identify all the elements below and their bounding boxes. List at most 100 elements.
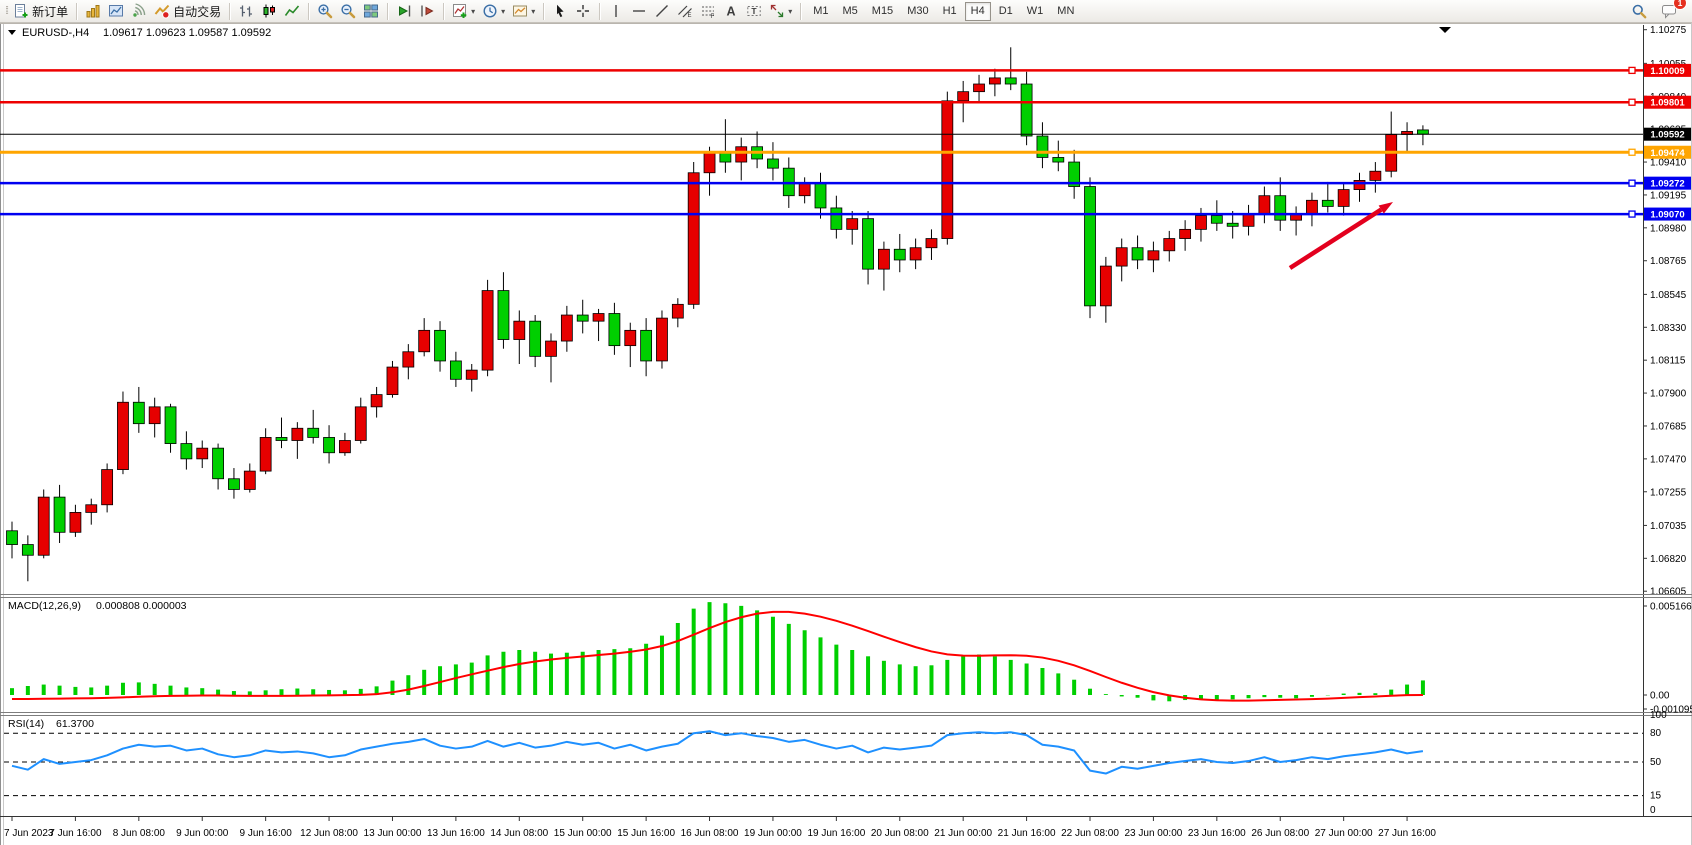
timeframe-m30-button[interactable]: M30 bbox=[901, 2, 934, 21]
candles-chart-icon bbox=[261, 3, 277, 19]
signals-button[interactable] bbox=[128, 0, 150, 22]
zoom-in-button[interactable] bbox=[314, 0, 336, 22]
svg-text:1.09474: 1.09474 bbox=[1650, 148, 1685, 159]
timeframe-d1-button[interactable]: D1 bbox=[993, 2, 1019, 21]
chart-shift-button[interactable] bbox=[416, 0, 438, 22]
svg-text:1.09592: 1.09592 bbox=[1650, 130, 1684, 141]
text-tool-button[interactable]: A bbox=[720, 0, 742, 22]
new-order-label: 新订单 bbox=[32, 3, 68, 20]
timeframe-h1-button[interactable]: H1 bbox=[937, 2, 963, 21]
time-tick-label: 7 Jun 2023 bbox=[4, 828, 54, 839]
svg-text:E: E bbox=[688, 13, 692, 19]
time-tick-label: 9 Jun 00:00 bbox=[176, 828, 229, 839]
resistance-line-1-handle[interactable] bbox=[1629, 67, 1635, 73]
chart-plot-area[interactable] bbox=[4, 25, 1643, 594]
line-chart-icon bbox=[284, 3, 300, 19]
time-tick-label: 21 Jun 00:00 bbox=[934, 828, 992, 839]
trendline-icon bbox=[654, 3, 670, 19]
templates-dropdown-icon[interactable]: ▾ bbox=[531, 7, 535, 16]
time-tick-label: 23 Jun 16:00 bbox=[1188, 828, 1246, 839]
auto-scroll-button[interactable] bbox=[393, 0, 415, 22]
time-tick-label: 21 Jun 16:00 bbox=[998, 828, 1056, 839]
support-line-1-handle[interactable] bbox=[1629, 180, 1635, 186]
arrows-tool-button[interactable]: ▾ bbox=[766, 0, 795, 22]
resistance-line-1-price-badge: 1.10009 bbox=[1644, 64, 1691, 77]
tile-windows-button[interactable] bbox=[360, 0, 382, 22]
bars-chart-icon bbox=[238, 3, 254, 19]
new-order-button[interactable]: 新订单 bbox=[10, 0, 71, 22]
price-tick-label: 1.06605 bbox=[1650, 587, 1687, 598]
time-tick-label: 26 Jun 08:00 bbox=[1251, 828, 1309, 839]
indicators-list-button[interactable]: ▾ bbox=[449, 0, 478, 22]
cursor-icon bbox=[552, 3, 568, 19]
chart-shift-icon bbox=[419, 3, 435, 19]
chat-unread-badge: 1 bbox=[1673, 0, 1687, 10]
periods-button[interactable]: ▾ bbox=[479, 0, 508, 22]
auto-scroll-icon bbox=[396, 3, 412, 19]
text-label-tool-button[interactable]: T bbox=[743, 0, 765, 22]
toolbar-separator bbox=[308, 3, 309, 20]
zoom-in-icon bbox=[317, 3, 333, 19]
pivot-line-handle[interactable] bbox=[1629, 149, 1635, 155]
price-tick-label: 1.08545 bbox=[1650, 290, 1687, 301]
svg-text:T: T bbox=[752, 6, 758, 16]
autotrading-button[interactable]: 自动交易 bbox=[151, 0, 224, 22]
time-tick-label: 7 Jun 16:00 bbox=[49, 828, 102, 839]
line-chart-mode-button[interactable] bbox=[281, 0, 303, 22]
support-line-2-price-badge: 1.09070 bbox=[1644, 208, 1691, 221]
periods-dropdown-icon[interactable]: ▾ bbox=[501, 7, 505, 16]
timeframe-w1-button[interactable]: W1 bbox=[1021, 2, 1050, 21]
timeframe-m1-button[interactable]: M1 bbox=[807, 2, 834, 21]
timeframe-h4-button[interactable]: H4 bbox=[965, 2, 991, 21]
time-tick-label: 20 Jun 08:00 bbox=[871, 828, 929, 839]
price-tick-label: 1.07255 bbox=[1650, 487, 1687, 498]
symbol-title: EURUSD-,H4 bbox=[22, 27, 89, 39]
cursor-tool-button[interactable] bbox=[549, 0, 571, 22]
crosshair-tool-button[interactable] bbox=[572, 0, 594, 22]
indicators-list-dropdown-icon[interactable]: ▾ bbox=[471, 7, 475, 16]
quote-values: 1.09617 1.09623 1.09587 1.09592 bbox=[103, 27, 271, 39]
time-tick-label: 22 Jun 08:00 bbox=[1061, 828, 1119, 839]
toolbar-separator bbox=[76, 3, 77, 20]
arrows-icon bbox=[769, 3, 785, 19]
svg-text:1.09272: 1.09272 bbox=[1650, 179, 1684, 190]
charts-button[interactable] bbox=[82, 0, 104, 22]
chat-button[interactable]: 1 bbox=[1658, 0, 1680, 22]
templates-button[interactable]: ▾ bbox=[509, 0, 538, 22]
profiles-button[interactable] bbox=[105, 0, 127, 22]
timeframe-m15-button[interactable]: M15 bbox=[866, 2, 899, 21]
new-order-icon bbox=[13, 3, 29, 19]
search-button[interactable] bbox=[1628, 0, 1650, 22]
time-tick-label: 14 Jun 08:00 bbox=[490, 828, 548, 839]
resistance-line-2-handle[interactable] bbox=[1629, 99, 1635, 105]
fibo-icon: F bbox=[700, 3, 716, 19]
timeframe-mn-button[interactable]: MN bbox=[1051, 2, 1080, 21]
price-tick-label: 1.07685 bbox=[1650, 421, 1687, 432]
rsi-axis-label: 100 bbox=[1650, 710, 1667, 721]
text-icon: A bbox=[723, 3, 739, 19]
equidistant-channel-tool-button[interactable]: E bbox=[674, 0, 696, 22]
svg-text:1.09070: 1.09070 bbox=[1650, 210, 1684, 221]
trendline-tool-button[interactable] bbox=[651, 0, 673, 22]
horizontal-line-tool-button[interactable] bbox=[628, 0, 650, 22]
price-tick-label: 1.08765 bbox=[1650, 256, 1687, 267]
candlestick-mode-button[interactable] bbox=[258, 0, 280, 22]
price-chart[interactable]: 1.102751.100551.098401.096251.094101.091… bbox=[0, 23, 1692, 845]
toolbar-grip[interactable]: ⁞⁞ bbox=[5, 5, 7, 17]
timeframe-m5-button[interactable]: M5 bbox=[837, 2, 864, 21]
price-tick-label: 1.07470 bbox=[1650, 454, 1687, 465]
zoom-out-button[interactable] bbox=[337, 0, 359, 22]
fibonacci-tool-button[interactable]: F bbox=[697, 0, 719, 22]
bar-chart-mode-button[interactable] bbox=[235, 0, 257, 22]
time-tick-label: 8 Jun 08:00 bbox=[113, 828, 166, 839]
vertical-line-tool-button[interactable] bbox=[605, 0, 627, 22]
time-tick-label: 27 Jun 00:00 bbox=[1315, 828, 1373, 839]
crosshair-icon bbox=[575, 3, 591, 19]
svg-text:1.09801: 1.09801 bbox=[1650, 98, 1685, 109]
search-icon bbox=[1631, 3, 1647, 19]
rsi-label: RSI(14) bbox=[8, 718, 44, 730]
support-line-2-handle[interactable] bbox=[1629, 211, 1635, 217]
arrows-tool-dropdown-icon[interactable]: ▾ bbox=[788, 7, 792, 16]
toolbar-separator bbox=[599, 3, 600, 20]
toolbar-separator bbox=[543, 3, 544, 20]
